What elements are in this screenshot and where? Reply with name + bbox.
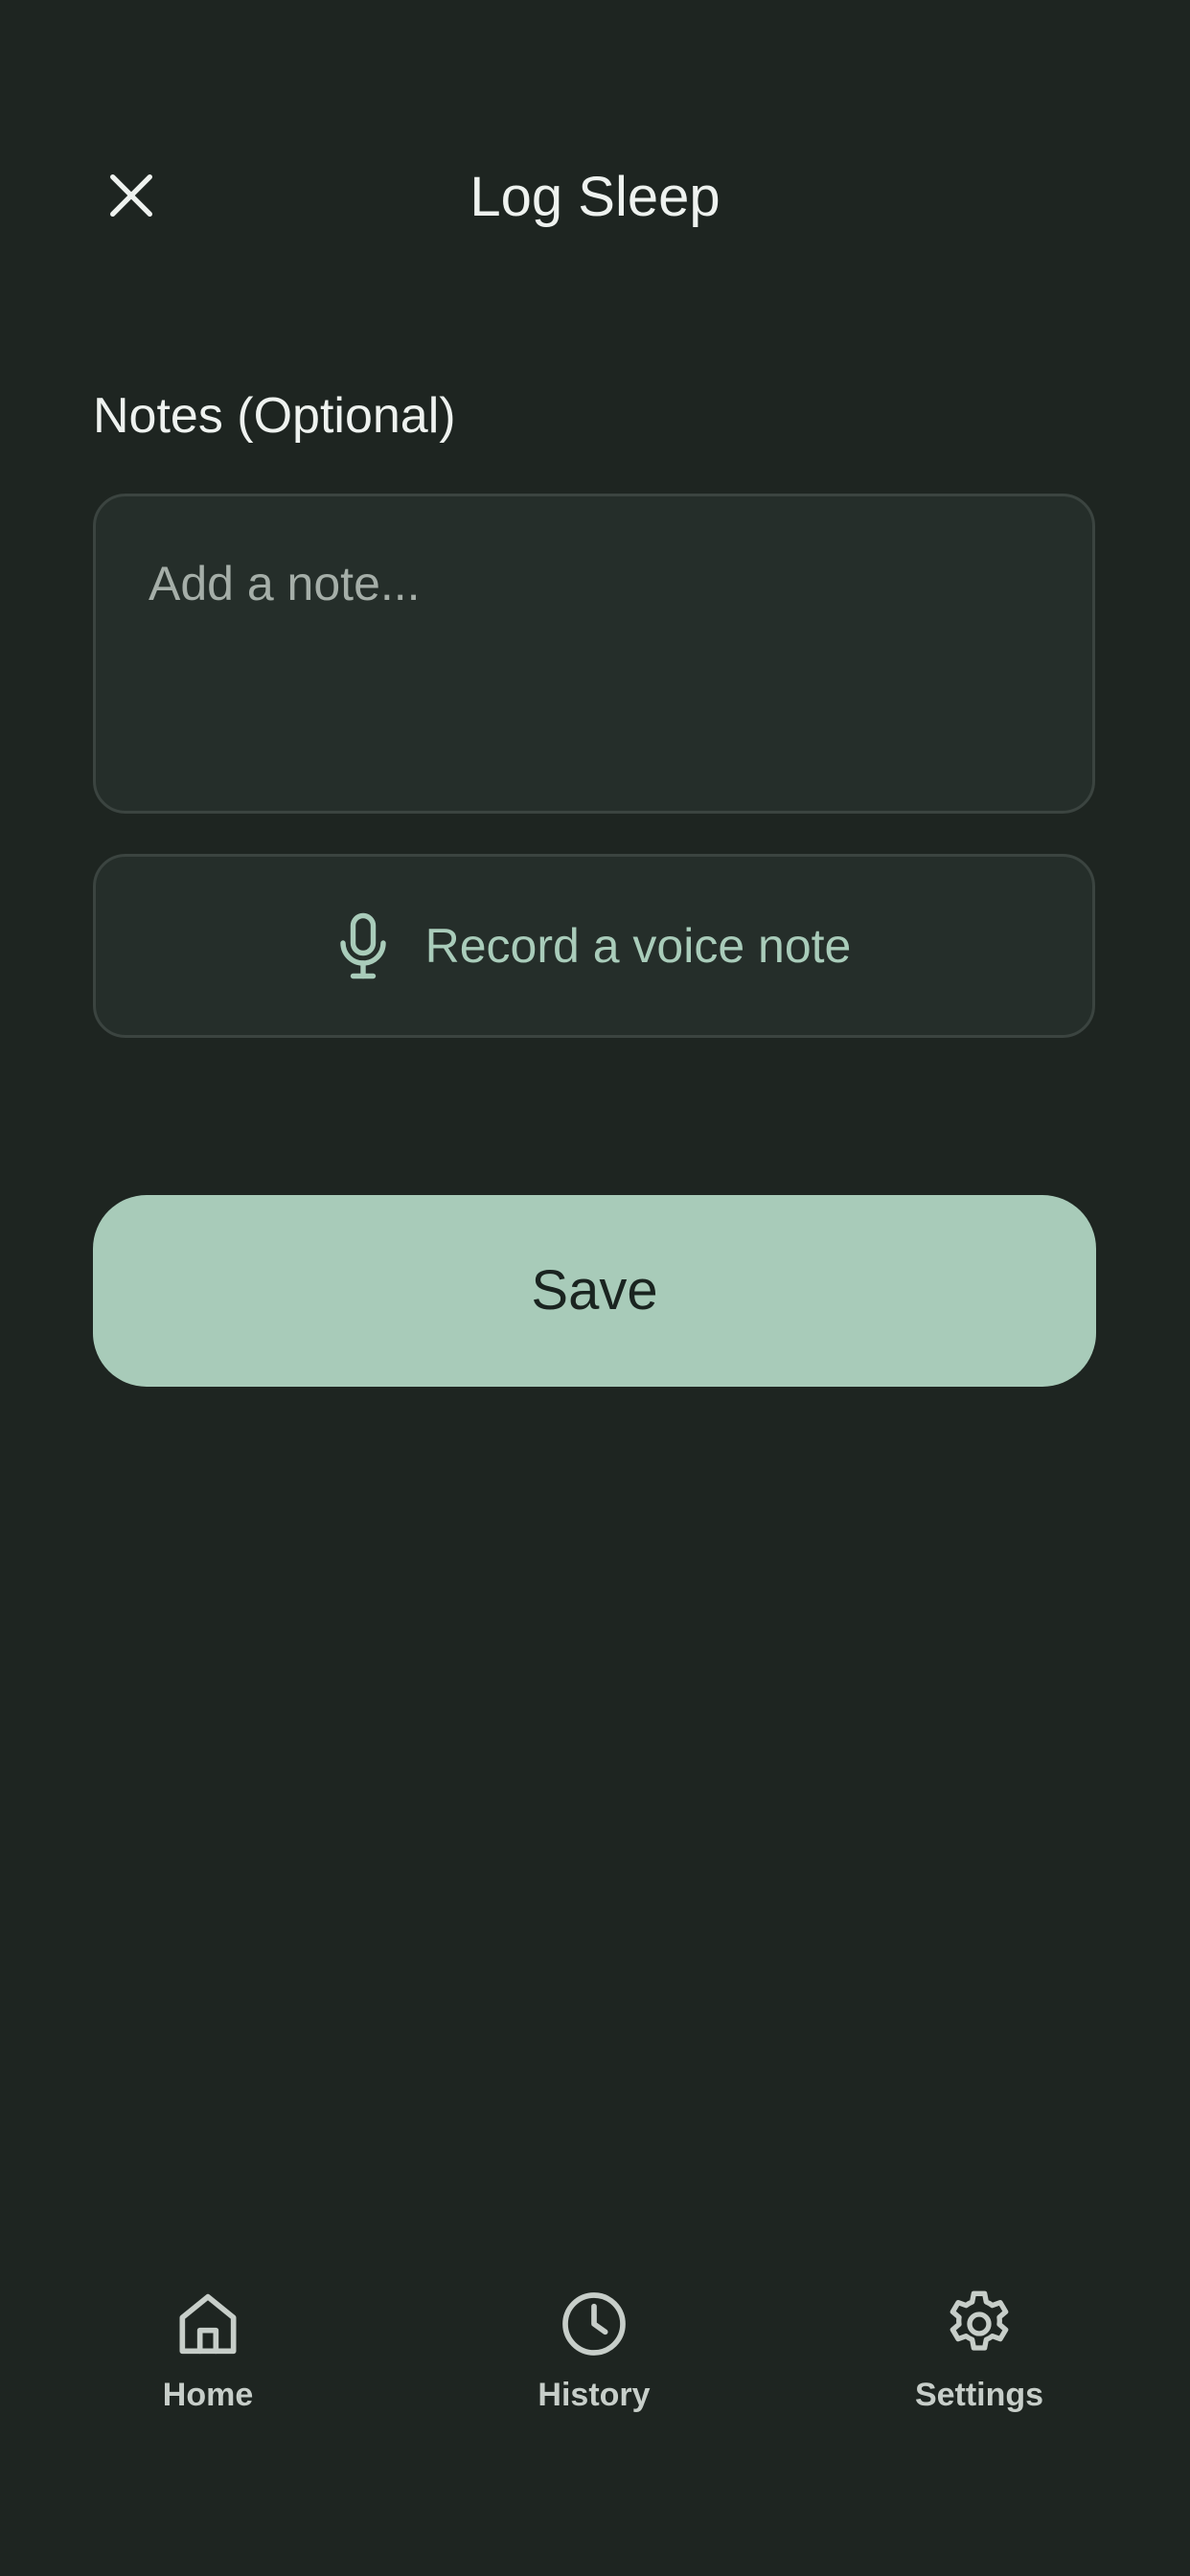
nav-label-history: History xyxy=(538,2377,651,2413)
home-icon xyxy=(170,2286,246,2362)
page-title: Log Sleep xyxy=(469,166,721,228)
nav-item-history[interactable]: History xyxy=(479,2286,709,2439)
save-button-label: Save xyxy=(531,1259,658,1322)
note-input[interactable] xyxy=(93,494,1095,814)
nav-item-home[interactable]: Home xyxy=(93,2286,323,2439)
microphone-icon xyxy=(337,911,389,980)
record-voice-note-label: Record a voice note xyxy=(424,919,852,973)
clock-icon xyxy=(556,2286,632,2362)
save-button[interactable]: Save xyxy=(93,1195,1096,1387)
nav-label-settings: Settings xyxy=(914,2377,1044,2413)
nav-label-home: Home xyxy=(162,2377,254,2413)
log-sleep-screen: Log Sleep Notes (Optional) Record a voic… xyxy=(0,0,1190,2576)
nav-item-settings[interactable]: Settings xyxy=(864,2286,1094,2439)
gear-icon xyxy=(941,2286,1018,2362)
bottom-navigation: Home History Settings xyxy=(0,2286,1190,2439)
notes-label: Notes (Optional) xyxy=(93,388,456,444)
record-voice-note-button[interactable]: Record a voice note xyxy=(93,854,1095,1038)
